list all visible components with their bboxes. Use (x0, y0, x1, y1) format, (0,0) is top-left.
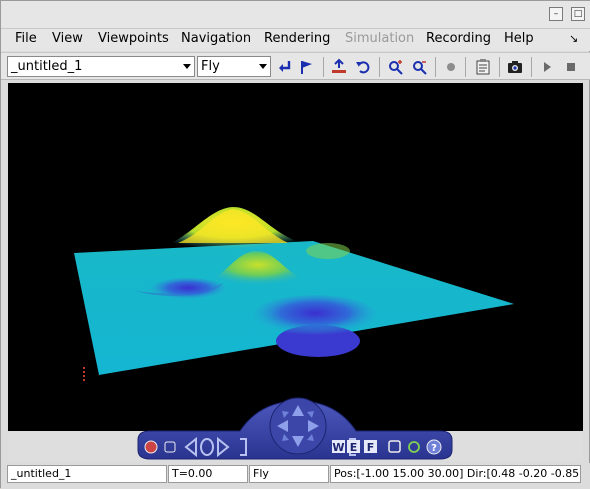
status-bar: _untitled_1 T=0.00 Fly Pos:[-1.00 15.00 … (1, 463, 590, 489)
maximize-button[interactable]: □ (571, 7, 585, 21)
notes-icon[interactable] (473, 57, 493, 77)
zoom-in-icon[interactable] (386, 57, 406, 77)
help-icon-glyph: ? (431, 443, 437, 454)
toolbar-separator (465, 57, 466, 77)
return-viewpoint-icon[interactable] (275, 57, 295, 77)
scene-canvas[interactable]: W E F ? (8, 83, 583, 461)
viewer-window: – □ File View Viewpoints Navigation Rend… (0, 0, 590, 489)
minimize-button[interactable]: – (549, 7, 563, 21)
flag-icon[interactable] (297, 57, 317, 77)
toolbar-separator (323, 57, 324, 77)
play-icon[interactable] (537, 57, 557, 77)
status-time: T=0.00 (168, 465, 248, 483)
surface-peak (178, 209, 288, 243)
menu-navigation[interactable]: Navigation (181, 31, 251, 46)
navigation-dashboard[interactable]: W E F ? (137, 397, 453, 460)
surface-pit (253, 295, 377, 335)
chevron-down-icon (259, 64, 267, 69)
undo-icon[interactable] (353, 57, 373, 77)
menu-rendering[interactable]: Rendering (264, 31, 330, 46)
stop-icon[interactable] (561, 57, 581, 77)
toolbar-separator (499, 57, 500, 77)
world-select[interactable]: _untitled_1 (7, 56, 195, 77)
close-icon[interactable] (144, 440, 158, 454)
status-nav-mode: Fly (249, 465, 329, 483)
toolbar-separator (379, 57, 380, 77)
walk-mode-label: W (332, 441, 344, 454)
status-world: _untitled_1 (7, 465, 167, 483)
examine-mode-label: E (350, 441, 358, 454)
title-bar: – □ (1, 1, 590, 29)
menu-simulation: Simulation (345, 31, 415, 46)
menu-recording[interactable]: Recording (426, 31, 491, 46)
status-pos-dir: Pos:[-1.00 15.00 30.00] Dir:[0.48 -0.20 … (330, 465, 581, 483)
fly-mode-label: F (367, 441, 375, 454)
nav-mode-select[interactable]: Fly (197, 56, 271, 77)
surface-plot (74, 207, 514, 375)
zoom-out-icon[interactable] (410, 57, 430, 77)
world-select-value: _untitled_1 (11, 59, 83, 74)
toolbar: _untitled_1 Fly (1, 52, 590, 80)
3d-viewport[interactable]: W E F ? (8, 83, 583, 461)
surface-peak (306, 243, 350, 259)
chevron-down-icon (183, 64, 191, 69)
record-icon[interactable] (441, 57, 461, 77)
nav-mode-select-value: Fly (201, 59, 220, 74)
menu-help[interactable]: Help (504, 31, 534, 46)
toolbar-separator (531, 57, 532, 77)
menu-overflow-icon[interactable]: ↘ (569, 32, 578, 45)
menu-bar: File View Viewpoints Navigation Renderin… (1, 29, 590, 51)
menu-file[interactable]: File (15, 31, 37, 46)
camera-icon[interactable] (505, 57, 525, 77)
menu-viewpoints[interactable]: Viewpoints (98, 31, 169, 46)
toolbar-separator (435, 57, 436, 77)
menu-view[interactable]: View (52, 31, 83, 46)
straighten-icon[interactable] (329, 57, 349, 77)
